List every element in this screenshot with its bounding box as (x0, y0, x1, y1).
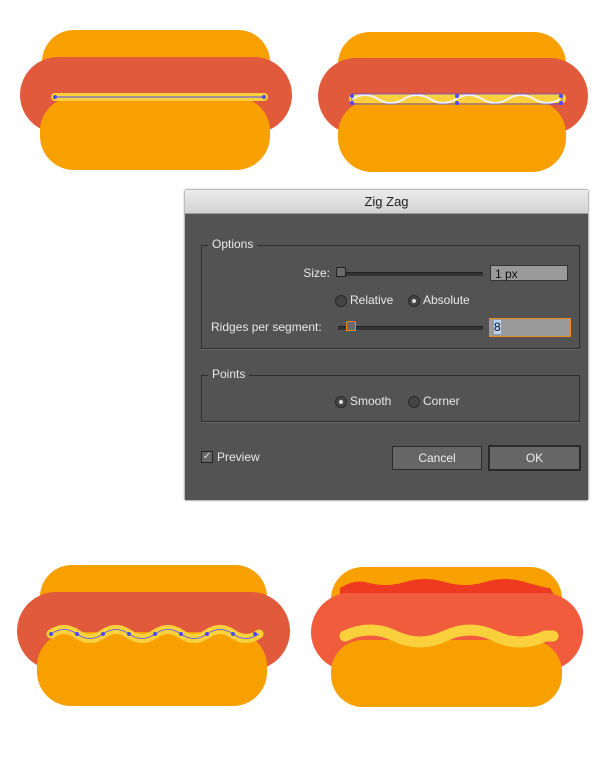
ridges-slider[interactable] (338, 321, 483, 331)
ridges-value: 8 (494, 320, 501, 334)
dialog-title: Zig Zag (185, 190, 588, 214)
options-group: Options Size: 1 px Relative Absolute Rid… (201, 237, 580, 349)
options-label: Options (208, 237, 258, 251)
corner-label[interactable]: Corner (423, 394, 460, 408)
size-label: Size: (303, 266, 330, 280)
hotdog-step-2 (318, 32, 588, 172)
zig-zag-dialog: Zig Zag Options Size: 1 px Relative Abso… (185, 190, 588, 500)
points-label: Points (208, 367, 250, 381)
corner-radio[interactable] (408, 396, 420, 408)
ridges-slider-thumb[interactable] (346, 321, 356, 331)
hotdog-step-3 (17, 565, 290, 706)
preview-label[interactable]: Preview (217, 450, 260, 464)
size-slider-thumb[interactable] (336, 267, 346, 277)
smooth-radio[interactable] (335, 396, 347, 408)
ridges-input[interactable]: 8 (489, 318, 571, 337)
hotdog-final (311, 567, 583, 707)
size-slider[interactable] (336, 267, 483, 277)
relative-label[interactable]: Relative (350, 293, 393, 307)
size-input[interactable]: 1 px (490, 265, 568, 281)
hotdog-step-1 (20, 30, 292, 170)
absolute-label[interactable]: Absolute (423, 293, 470, 307)
preview-checkbox[interactable]: ✓ (201, 451, 213, 463)
smooth-label[interactable]: Smooth (350, 394, 391, 408)
ridges-label: Ridges per segment: (211, 320, 322, 334)
relative-radio[interactable] (335, 295, 347, 307)
absolute-radio[interactable] (408, 295, 420, 307)
cancel-button[interactable]: Cancel (392, 446, 482, 470)
ok-button[interactable]: OK (488, 445, 581, 471)
points-group: Points Smooth Corner (201, 367, 580, 422)
